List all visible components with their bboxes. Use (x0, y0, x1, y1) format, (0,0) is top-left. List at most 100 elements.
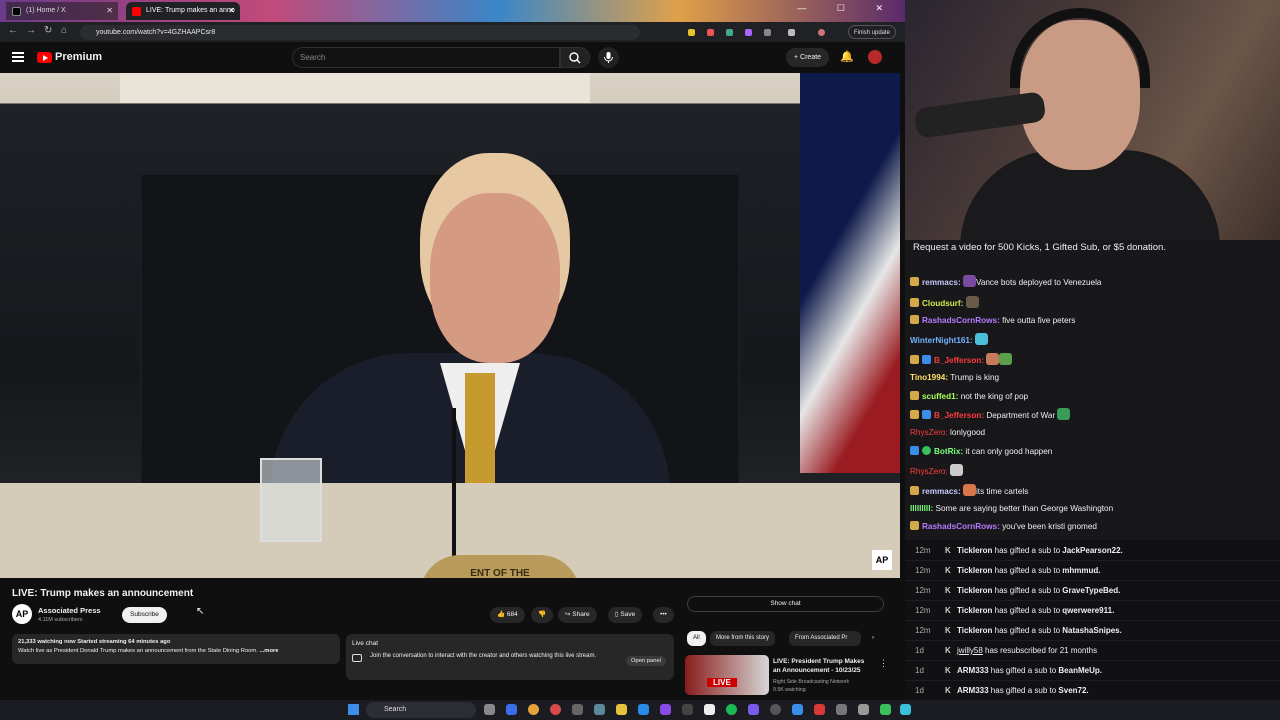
emote-icon (974, 333, 988, 345)
chat-username[interactable]: Tino1994: (910, 373, 948, 382)
chat-username[interactable]: scuffed1: (922, 392, 958, 401)
event-user: Tickleron (957, 546, 993, 555)
windows-start-icon[interactable] (348, 704, 359, 715)
profile-icon[interactable] (818, 29, 825, 36)
description-box[interactable]: 21,333 watching now Started streaming 64… (12, 634, 340, 664)
folder-icon[interactable] (616, 704, 627, 715)
chat-username[interactable]: lllllllll: (910, 504, 933, 513)
home-icon[interactable]: ⌂ (61, 25, 67, 36)
chat-username[interactable]: Cloudsurf: (922, 299, 963, 308)
chat-username[interactable]: RhysZero: (910, 467, 948, 476)
chat-username[interactable]: RhysZero: (910, 428, 948, 437)
brand-label[interactable]: Premium (55, 51, 102, 63)
app-icon[interactable] (748, 704, 759, 715)
chip-from-associated-press[interactable]: From Associated Pr (789, 631, 861, 646)
save-button[interactable]: ▯ Save (608, 607, 643, 623)
video-player[interactable]: ENT OF THE AP (0, 73, 900, 595)
extension-icon[interactable] (707, 29, 714, 36)
chat-username[interactable]: B_Jefferson: (934, 411, 984, 420)
url-field[interactable]: youtube.com/watch?v=4GZHAAPCsr8 (80, 25, 640, 40)
voice-search-button[interactable] (598, 47, 619, 68)
app-icon[interactable] (682, 704, 693, 715)
event-user: Tickleron (957, 606, 993, 615)
live-chat-panel: Live chat Join the conversation to inter… (346, 634, 674, 680)
app-icon[interactable] (836, 704, 847, 715)
share-button[interactable]: ↪ Share (558, 607, 597, 623)
related-title[interactable]: LIVE: President Trump Makes an Announcem… (773, 657, 873, 675)
tab-youtube[interactable]: LIVE: Trump makes an anno ✕ (126, 2, 240, 20)
dislike-button[interactable]: 👎 (531, 607, 554, 623)
show-chat-button[interactable]: Show chat (687, 596, 884, 612)
badge-icon (922, 410, 931, 419)
app-icon[interactable] (858, 704, 869, 715)
extension-icon[interactable] (726, 29, 733, 36)
tab-x-home[interactable]: (1) Home / X ✕ (6, 2, 118, 20)
subscribe-button[interactable]: Subscribe (122, 607, 167, 623)
chat-text: you've been kristi gnomed (1002, 522, 1097, 531)
description-line: Watch live as President Donald Trump mak… (18, 648, 258, 654)
more-link[interactable]: ...more (259, 648, 278, 654)
chat-username[interactable]: remmacs: (922, 278, 961, 287)
like-button[interactable]: 👍 684 (490, 607, 525, 623)
channel-avatar[interactable]: AP (12, 604, 32, 624)
spotify-icon[interactable] (726, 704, 737, 715)
chat-banner: Request a video for 500 Kicks, 1 Gifted … (913, 242, 1166, 253)
search-button[interactable] (560, 47, 590, 68)
kick-icon: K (945, 666, 951, 675)
app-icon[interactable] (550, 704, 561, 715)
account-avatar[interactable] (868, 50, 882, 64)
app-icon[interactable] (704, 704, 715, 715)
chat-message: remmacs: Vance bots deployed to Venezuel… (910, 275, 1101, 287)
chat-username[interactable]: B_Jefferson: (934, 356, 984, 365)
related-thumbnail[interactable] (685, 655, 769, 695)
event-time: 12m (915, 546, 931, 555)
extension-icon[interactable] (688, 29, 695, 36)
forward-icon[interactable]: → (26, 25, 36, 36)
event-user: Tickleron (957, 566, 993, 575)
event-row: 1d Kjwilly58 has resubscribed for 21 mont… (905, 641, 1280, 661)
close-icon[interactable]: ✕ (228, 2, 235, 20)
sidebar-icon[interactable] (788, 29, 795, 36)
app-icon[interactable] (900, 704, 911, 715)
x-icon (12, 7, 21, 16)
taskbar-search[interactable]: Search (366, 702, 476, 718)
reload-icon[interactable]: ↻ (44, 25, 52, 36)
chrome-icon[interactable] (528, 704, 539, 715)
badge-icon (910, 277, 919, 286)
kebab-menu-icon[interactable]: ⋮ (879, 658, 888, 669)
chat-username[interactable]: remmacs: (922, 487, 961, 496)
app-icon[interactable] (506, 704, 517, 715)
app-icon[interactable] (594, 704, 605, 715)
notifications-bell-icon[interactable]: 🔔 (840, 50, 854, 63)
menu-icon[interactable] (12, 52, 24, 62)
open-panel-button[interactable]: Open panel (626, 656, 666, 666)
more-actions-button[interactable]: ••• (653, 607, 674, 623)
chip-all[interactable]: All (687, 631, 706, 646)
chevron-right-icon[interactable]: › (866, 631, 880, 646)
app-icon[interactable] (880, 704, 891, 715)
close-icon[interactable]: ✕ (106, 2, 113, 20)
window-controls[interactable]: — ☐ ✕ (797, 3, 897, 14)
search-input[interactable]: Search (292, 47, 560, 68)
extension-icon[interactable] (745, 29, 752, 36)
create-button[interactable]: + Create (786, 48, 830, 67)
browser-window: (1) Home / X ✕ LIVE: Trump makes an anno ✕… (0, 0, 905, 700)
app-icon[interactable] (572, 704, 583, 715)
chip-more-from-story[interactable]: More from this story (710, 631, 776, 646)
back-icon[interactable]: ← (8, 25, 18, 36)
chat-username[interactable]: RashadsCornRows: (922, 522, 1000, 531)
chat-username[interactable]: BotRix: (934, 447, 963, 456)
app-icon[interactable] (638, 704, 649, 715)
youtube-logo-icon[interactable] (37, 52, 52, 63)
chat-username[interactable]: WinterNight161: (910, 336, 973, 345)
finish-update-button[interactable]: Finish update (848, 25, 897, 39)
extensions-icon[interactable] (764, 29, 771, 36)
app-icon[interactable] (814, 704, 825, 715)
app-icon[interactable] (660, 704, 671, 715)
app-icon[interactable] (792, 704, 803, 715)
chat-username[interactable]: RashadsCornRows: (922, 316, 1000, 325)
more-icon: ••• (660, 611, 667, 618)
app-icon[interactable] (770, 704, 781, 715)
channel-name[interactable]: Associated Press (38, 606, 101, 615)
task-view-icon[interactable] (484, 704, 495, 715)
